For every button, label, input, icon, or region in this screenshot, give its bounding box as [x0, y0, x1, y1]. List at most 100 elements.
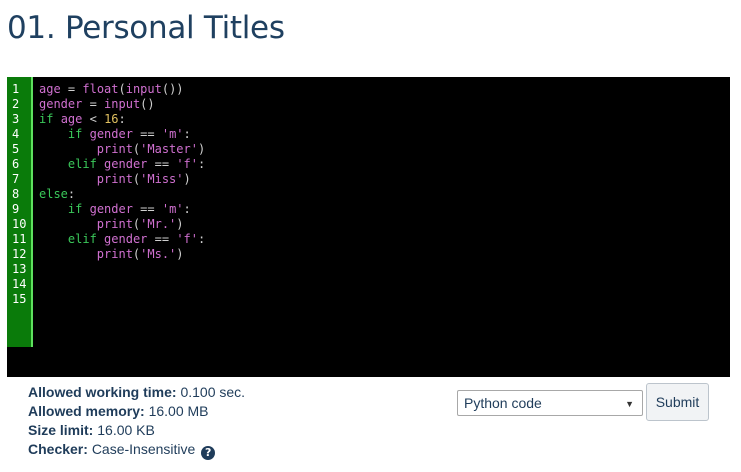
code-line: else:	[39, 187, 730, 202]
code-line: print('Master')	[39, 142, 730, 157]
code-token: )	[176, 217, 184, 231]
code-token: 16	[104, 112, 119, 126]
checker-label: Checker:	[28, 441, 88, 457]
page-title: 01. Personal Titles	[7, 10, 285, 46]
submit-button[interactable]: Submit	[646, 383, 709, 421]
code-token: ())	[161, 82, 184, 96]
code-token: =	[60, 82, 83, 96]
problem-limits: Allowed working time: 0.100 sec. Allowed…	[28, 383, 245, 460]
language-select-value: Python code	[464, 395, 542, 411]
code-token: print	[96, 247, 133, 261]
code-token: 'f'	[176, 157, 198, 171]
code-line: print('Ms.')	[39, 247, 730, 262]
code-token: input	[104, 97, 141, 111]
code-token: if	[39, 112, 54, 126]
line-number: 14	[12, 277, 27, 291]
line-number: 10	[12, 217, 27, 231]
memory-limit-label: Allowed memory:	[28, 403, 145, 419]
language-select[interactable]: Python code ▼	[457, 390, 643, 416]
checker: Checker: Case-Insensitive ?	[28, 440, 245, 460]
line-number: 12	[12, 247, 27, 261]
code-editor[interactable]: 1 2 3 4 5 6 7 8 9 10 11 12 13 14 15 age = float(input(…	[7, 77, 730, 377]
size-limit: Size limit: 16.00 KB	[28, 421, 245, 440]
line-number: 7	[12, 172, 20, 186]
code-token: (	[118, 82, 126, 96]
code-token: gender	[89, 202, 133, 216]
code-line: age = float(input())	[39, 82, 730, 97]
code-token: if	[67, 127, 83, 141]
code-line: elif gender == 'f':	[39, 232, 730, 247]
code-token: age	[39, 82, 61, 96]
code-token: :	[67, 187, 76, 201]
code-token: age	[60, 112, 83, 126]
code-area[interactable]: age = float(input()) gender = input() if a…	[39, 82, 730, 307]
code-token: 'Miss'	[140, 172, 184, 186]
code-token: :	[198, 232, 206, 246]
code-token: gender	[104, 232, 148, 246]
code-token: gender	[39, 97, 83, 111]
code-token: )	[183, 172, 191, 186]
line-number: 8	[12, 187, 20, 201]
line-number: 15	[12, 292, 27, 306]
code-token: gender	[89, 127, 133, 141]
time-limit-label: Allowed working time:	[28, 384, 177, 400]
size-limit-label: Size limit:	[28, 422, 94, 438]
code-token: print	[96, 217, 133, 231]
size-limit-value: 16.00 KB	[97, 422, 155, 438]
code-line: if age < 16:	[39, 112, 730, 127]
code-token: :	[198, 157, 206, 171]
line-number: 5	[12, 142, 20, 156]
code-token: ==	[147, 157, 177, 171]
line-number-gutter: 1 2 3 4 5 6 7 8 9 10 11 12 13 14 15	[7, 77, 33, 347]
line-number: 11	[12, 232, 27, 246]
code-token: 'm'	[161, 202, 184, 216]
code-token: <	[82, 112, 105, 126]
code-token: ()	[140, 97, 155, 111]
memory-limit-value: 16.00 MB	[148, 403, 209, 419]
question-circle-icon[interactable]: ?	[201, 446, 216, 460]
time-limit: Allowed working time: 0.100 sec.	[28, 383, 245, 402]
line-number: 4	[12, 127, 20, 141]
code-token: elif	[67, 232, 97, 246]
time-limit-value: 0.100 sec.	[180, 384, 246, 400]
chevron-down-icon: ▼	[625, 399, 634, 409]
line-number: 6	[12, 157, 20, 171]
code-token: ==	[132, 127, 162, 141]
code-line: gender = input()	[39, 97, 730, 112]
code-token: )	[176, 247, 184, 261]
code-token: )	[197, 142, 206, 156]
code-line: print('Mr.')	[39, 217, 730, 232]
code-token: 'Ms.'	[140, 247, 177, 261]
code-token: :	[183, 127, 191, 141]
code-token: 'f'	[176, 232, 198, 246]
code-token: print	[96, 172, 133, 186]
code-token: 'Mr.'	[140, 217, 177, 231]
code-token: print	[96, 142, 133, 156]
line-number: 3	[12, 112, 20, 126]
code-token: ==	[147, 232, 177, 246]
code-token: :	[183, 202, 191, 216]
line-number: 1	[12, 82, 20, 96]
checker-value: Case-Insensitive	[91, 441, 196, 457]
line-number: 13	[12, 262, 27, 276]
line-number: 9	[12, 202, 20, 216]
code-token: gender	[104, 157, 148, 171]
code-token: ==	[132, 202, 162, 216]
code-line: if gender == 'm':	[39, 202, 730, 217]
code-token: 'Master'	[140, 142, 198, 156]
code-token: float	[82, 82, 119, 96]
code-token: =	[82, 97, 105, 111]
code-token: if	[67, 202, 83, 216]
code-token: else	[39, 187, 68, 201]
